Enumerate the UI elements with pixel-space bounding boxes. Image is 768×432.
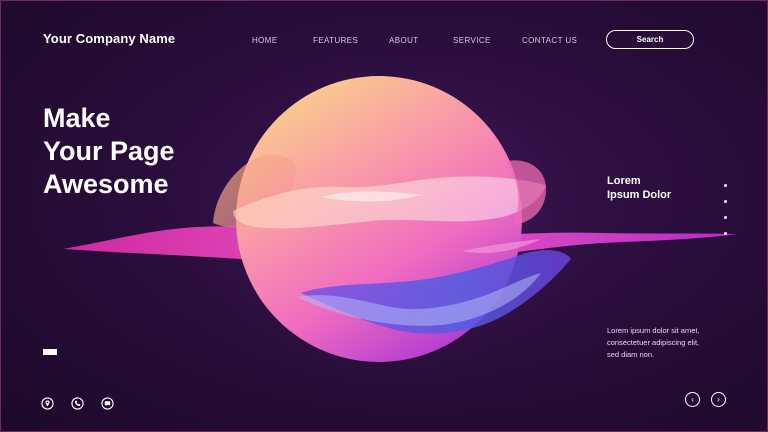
page-dot-4[interactable] (724, 232, 727, 235)
side-title-line-1: Lorem (607, 175, 641, 187)
side-body-line-2: consectetuer adipiscing elit, (607, 338, 700, 347)
page-dot-3[interactable] (724, 216, 727, 219)
side-body-line-1: Lorem ipsum dolor sit amet, (607, 326, 700, 335)
chevron-left-icon: ‹ (691, 395, 694, 404)
hero-headline-line-1: Make (43, 103, 111, 133)
next-slide-button[interactable]: › (711, 392, 726, 407)
phone-icon[interactable] (71, 397, 84, 410)
hero-headline-line-3: Awesome (43, 169, 169, 199)
location-pin-icon[interactable] (41, 397, 54, 410)
company-logo-text[interactable]: Your Company Name (43, 31, 175, 46)
message-icon[interactable] (101, 397, 114, 410)
side-body-line-3: sed diam non. (607, 350, 655, 359)
nav-contact-us[interactable]: CONTACT US (522, 36, 577, 45)
prev-slide-button[interactable]: ‹ (685, 392, 700, 407)
menu-bar-icon[interactable] (43, 349, 57, 355)
planet-illustration (63, 31, 737, 411)
landing-page: Your Company Name HOME FEATURES ABOUT SE… (0, 0, 768, 432)
search-button[interactable]: Search (606, 30, 694, 49)
nav-home[interactable]: HOME (252, 36, 278, 45)
nav-features[interactable]: FEATURES (313, 36, 358, 45)
search-button-label: Search (636, 35, 664, 44)
nav-about[interactable]: ABOUT (389, 36, 419, 45)
nav-service[interactable]: SERVICE (453, 36, 491, 45)
side-title-line-2: Ipsum Dolor (607, 189, 672, 201)
page-dot-1[interactable] (724, 184, 727, 187)
hero-headline-line-2: Your Page (43, 136, 175, 166)
page-dot-2[interactable] (724, 200, 727, 203)
chevron-right-icon: › (717, 395, 720, 404)
